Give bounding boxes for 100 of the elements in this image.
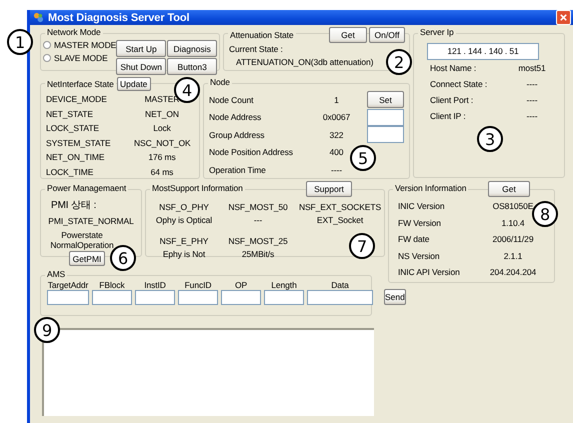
label: NET_ON_TIME [46, 152, 106, 162]
window-title: Most Diagnosis Server Tool [48, 12, 190, 24]
group-label: Node [208, 77, 232, 87]
text: NSF_EXT_SOCKETS [298, 202, 382, 213]
field-label: OP [234, 280, 248, 290]
button[interactable]: Get [329, 27, 367, 43]
value: most51 [517, 63, 547, 73]
value: NET_ON [144, 108, 180, 119]
field-label: TargetAddr [48, 280, 88, 290]
value: 0x0067 [322, 112, 352, 122]
group-label: AMS [45, 269, 68, 279]
ip-address-field[interactable]: 121 . 144 . 140 . 51 [427, 43, 539, 60]
value: Lock [152, 123, 172, 134]
button[interactable]: Shut Down [116, 58, 166, 75]
label: INIC Version [398, 201, 446, 212]
label: Node Count [209, 94, 254, 105]
input-field[interactable] [307, 290, 373, 305]
button[interactable]: Diagnosis [167, 40, 218, 57]
close-icon [559, 13, 568, 22]
input-field[interactable] [135, 290, 175, 305]
label: Connect State : [430, 79, 488, 89]
label: Node Address [209, 112, 262, 122]
group-label: Attenuation State [228, 30, 296, 40]
label: NS Version [398, 250, 441, 261]
text: Current State : [229, 44, 284, 54]
text: NSF_MOST_25 [227, 236, 289, 247]
input-field[interactable] [264, 290, 304, 305]
button[interactable]: Set [367, 91, 404, 108]
text: 25MBit/s [240, 249, 276, 260]
radio-button[interactable] [43, 41, 51, 49]
value: 204.204.204 [488, 267, 538, 278]
input-field[interactable] [47, 290, 89, 305]
radio-label[interactable]: SLAVE MODE [54, 53, 108, 63]
value: ---- [526, 95, 538, 105]
value: ---- [526, 79, 538, 89]
label: DEVICE_MODE [46, 94, 108, 104]
label: Host Name : [430, 63, 478, 73]
value: 2.1.1 [502, 250, 524, 261]
text: Ephy is Not [162, 249, 206, 260]
button[interactable]: Button3 [167, 58, 218, 75]
value: 176 ms [147, 152, 177, 162]
text: --- [252, 215, 264, 226]
label: FW Version [398, 218, 442, 228]
group-label: Network Mode [45, 27, 103, 37]
label: PMI 상태 : [51, 199, 98, 212]
input-field[interactable] [178, 290, 218, 305]
label: Operation Time [209, 164, 267, 175]
callout-number: 1 [7, 29, 33, 55]
value: Powerstate [60, 230, 104, 240]
label: INIC API Version [398, 267, 461, 278]
group-label: MostSupport Information [150, 183, 245, 193]
field-label: Length [271, 280, 297, 290]
value: ---- [330, 164, 343, 175]
radio-label[interactable]: MASTER MODE [54, 40, 116, 50]
field-label: Data [331, 280, 349, 290]
text: Ophy is Optical [154, 215, 214, 226]
button[interactable]: Get [488, 181, 530, 197]
text: NSF_E_PHY [158, 236, 210, 247]
label: LOCK_TIME [46, 166, 94, 177]
button[interactable]: Start Up [116, 40, 166, 57]
button[interactable]: Support [306, 181, 352, 197]
text: NSF_O_PHY [158, 202, 210, 213]
text: NSF_MOST_50 [227, 202, 289, 213]
close-button[interactable] [556, 10, 571, 25]
button[interactable]: Send [384, 289, 406, 305]
value: 400 [328, 147, 344, 158]
value: 2006/11/29 [492, 234, 534, 244]
field-label: FBlock [99, 280, 125, 290]
label: Node Position Address [209, 147, 294, 158]
input-field[interactable] [221, 290, 261, 305]
label: NET_STATE [46, 108, 94, 119]
text: ATTENUATION_ON(3db attenuation) [236, 57, 374, 67]
input-field[interactable] [367, 126, 404, 144]
group-label: Server Ip [418, 27, 456, 37]
button[interactable]: On/Off [369, 27, 405, 43]
field-label: InstID [144, 280, 166, 290]
value: PMI_STATE_NORMAL [47, 216, 135, 226]
radio-button[interactable] [43, 54, 51, 62]
label: LOCK_STATE [46, 123, 100, 134]
label: Client IP : [430, 111, 467, 121]
value: 1 [333, 94, 340, 105]
button[interactable]: GetPMI [69, 251, 105, 266]
input-field[interactable] [92, 290, 132, 305]
button[interactable]: Update [116, 77, 151, 91]
value: 64 ms [150, 166, 174, 177]
group-label: Power Managemaent [45, 183, 128, 193]
value: 322 [328, 130, 344, 140]
field-label: FuncID [184, 280, 212, 290]
value: OS81050E [492, 201, 534, 212]
label: Client Port : [430, 95, 474, 105]
value: NSC_NOT_OK [134, 138, 190, 148]
value: ---- [526, 111, 538, 121]
app-icon [33, 12, 44, 23]
input-field[interactable] [367, 108, 404, 126]
group-label: NetInterface State [45, 79, 116, 89]
label: Group Address [209, 130, 266, 140]
label: SYSTEM_STATE [46, 138, 112, 148]
label: FW date [398, 234, 430, 244]
text: EXT_Socket [316, 215, 364, 226]
group-label: Version Information [393, 183, 468, 193]
